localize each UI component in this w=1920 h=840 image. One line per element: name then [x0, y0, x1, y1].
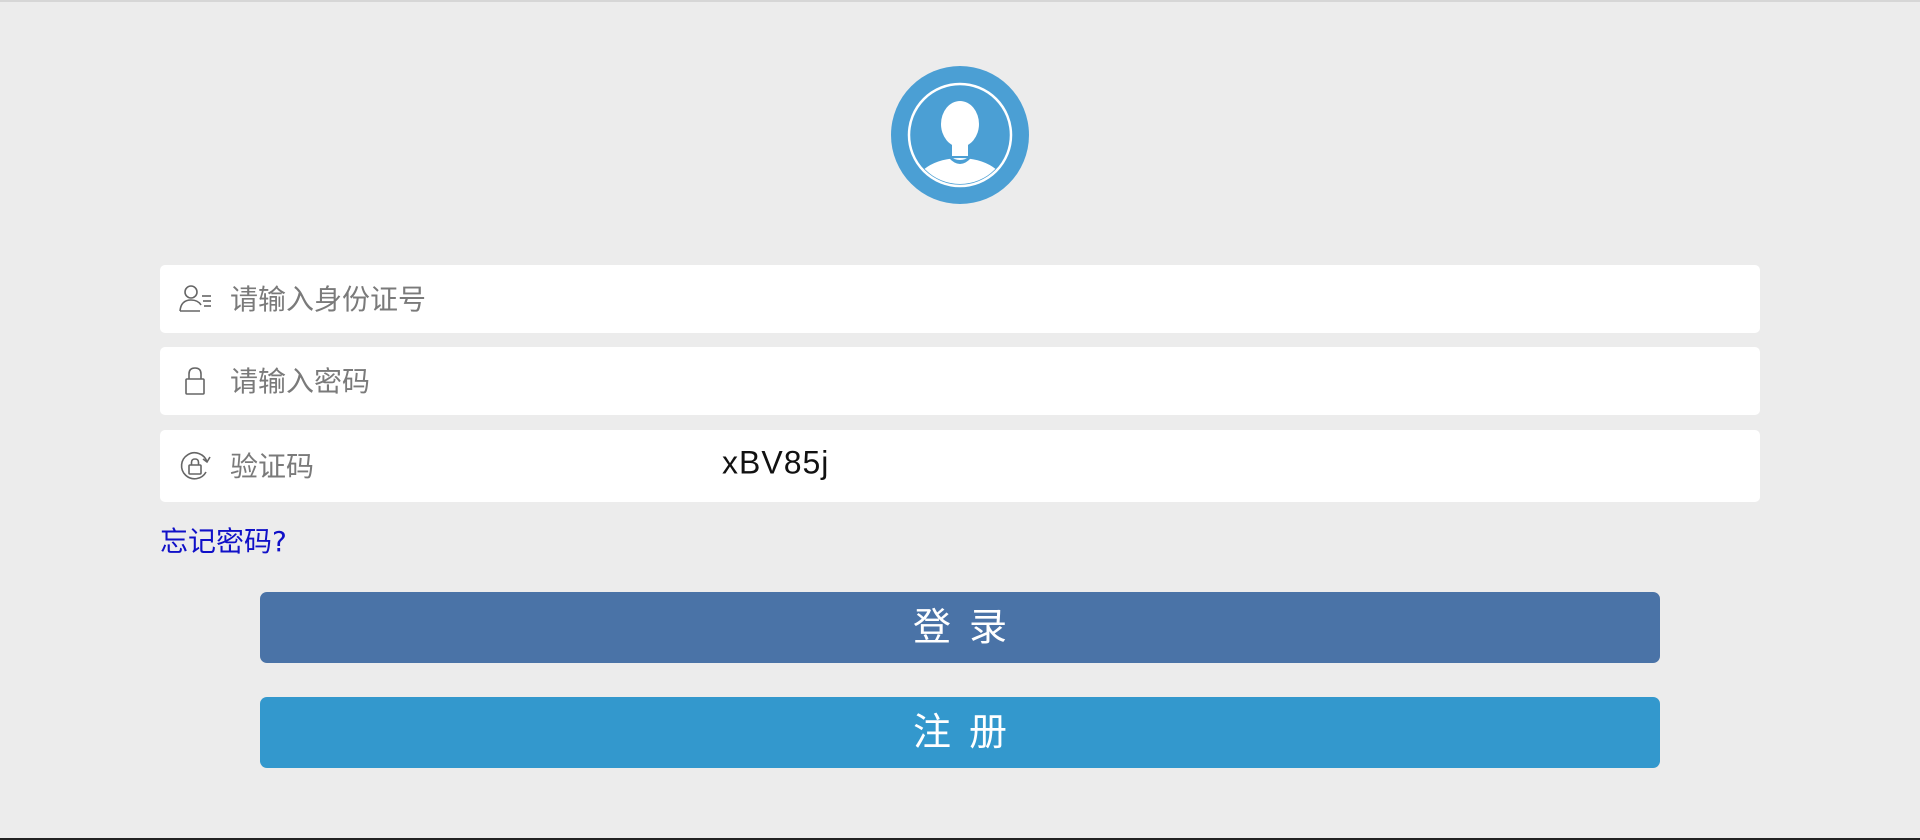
- password-field: [160, 347, 1760, 415]
- captcha-input[interactable]: [230, 430, 710, 502]
- forgot-password-link[interactable]: 忘记密码?: [160, 520, 287, 560]
- id-card-user-icon: [178, 282, 212, 316]
- captcha-code[interactable]: xBV85j: [722, 445, 829, 482]
- refresh-lock-icon: [178, 449, 212, 483]
- login-button[interactable]: 登录: [260, 592, 1660, 663]
- password-input[interactable]: [230, 347, 1730, 415]
- avatar-icon: [891, 66, 1029, 204]
- top-border: [0, 0, 1920, 2]
- register-button[interactable]: 注册: [260, 697, 1660, 768]
- id-number-input[interactable]: [230, 265, 1730, 333]
- lock-icon: [178, 364, 212, 398]
- captcha-field: xBV85j: [160, 430, 1760, 502]
- id-number-field: [160, 265, 1760, 333]
